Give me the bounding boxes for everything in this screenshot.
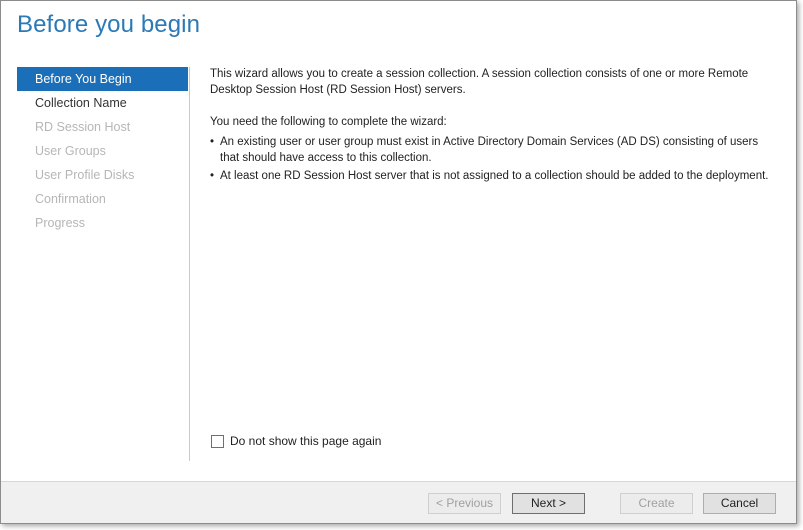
next-button[interactable]: Next >: [512, 493, 585, 514]
dont-show-label[interactable]: Do not show this page again: [230, 434, 381, 448]
list-item: • An existing user or user group must ex…: [210, 134, 780, 166]
list-item: • At least one RD Session Host server th…: [210, 168, 780, 184]
nav-item-collection-name[interactable]: Collection Name: [17, 91, 188, 115]
intro-text: This wizard allows you to create a sessi…: [210, 68, 749, 96]
nav-item-user-groups: User Groups: [35, 144, 106, 158]
content-panel: This wizard allows you to create a sessi…: [210, 66, 780, 186]
page-title: Before you begin: [17, 11, 201, 38]
bullet-icon: •: [210, 136, 215, 148]
create-button: Create: [620, 493, 693, 514]
nav-item-user-profile-disks: User Profile Disks: [35, 168, 135, 182]
button-bar: < Previous Next > Create Cancel: [1, 481, 796, 523]
nav-item-confirmation: Confirmation: [35, 192, 106, 206]
dont-show-checkbox[interactable]: [211, 434, 224, 448]
requirements-list: • An existing user or user group must ex…: [210, 134, 780, 184]
wizard-step-nav: Before You Begin Collection Name RD Sess…: [17, 67, 188, 235]
bullet-icon: •: [210, 170, 215, 182]
wizard-window: Before you begin Before You Begin Collec…: [0, 0, 797, 524]
requirements-heading: You need the following to complete the w…: [210, 116, 447, 128]
nav-item-rd-session-host: RD Session Host: [35, 120, 131, 134]
dont-show-option[interactable]: Do not show this page again: [211, 434, 381, 448]
nav-item-before-you-begin[interactable]: Before You Begin: [17, 67, 188, 91]
cancel-button[interactable]: Cancel: [703, 493, 776, 514]
bullet-text: At least one RD Session Host server that…: [220, 170, 769, 182]
bullet-text: An existing user or user group must exis…: [220, 136, 759, 164]
previous-button: < Previous: [428, 493, 501, 514]
nav-divider: [189, 67, 190, 461]
nav-item-progress: Progress: [35, 216, 86, 230]
